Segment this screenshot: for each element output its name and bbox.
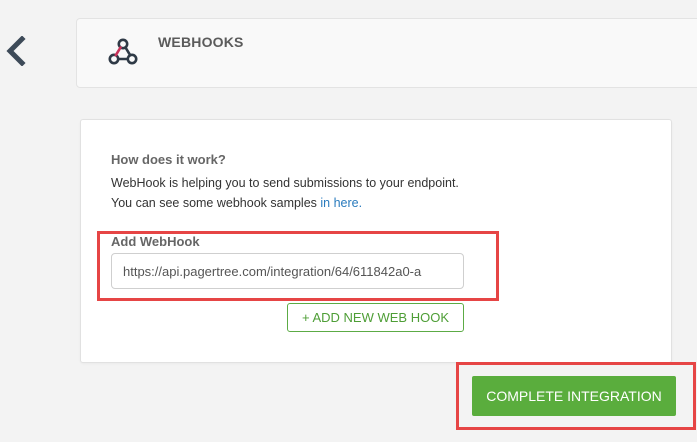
add-new-webhook-button[interactable]: + ADD NEW WEB HOOK	[287, 303, 464, 332]
samples-text: You can see some webhook samples	[111, 196, 321, 210]
description-line: WebHook is helping you to send submissio…	[111, 176, 459, 190]
back-button[interactable]	[4, 35, 28, 67]
add-webhook-label: Add WebHook	[111, 234, 200, 249]
how-it-works-heading: How does it work?	[111, 152, 226, 167]
integration-header-card	[76, 18, 697, 88]
complete-integration-button[interactable]: COMPLETE INTEGRATION	[472, 376, 676, 416]
webhook-icon	[106, 36, 140, 66]
chevron-left-icon	[6, 35, 26, 67]
page-title: WEBHOOKS	[158, 34, 244, 50]
webhook-url-input[interactable]	[111, 253, 464, 289]
samples-link[interactable]: in here.	[320, 196, 362, 210]
samples-line: You can see some webhook samples in here…	[111, 196, 362, 210]
